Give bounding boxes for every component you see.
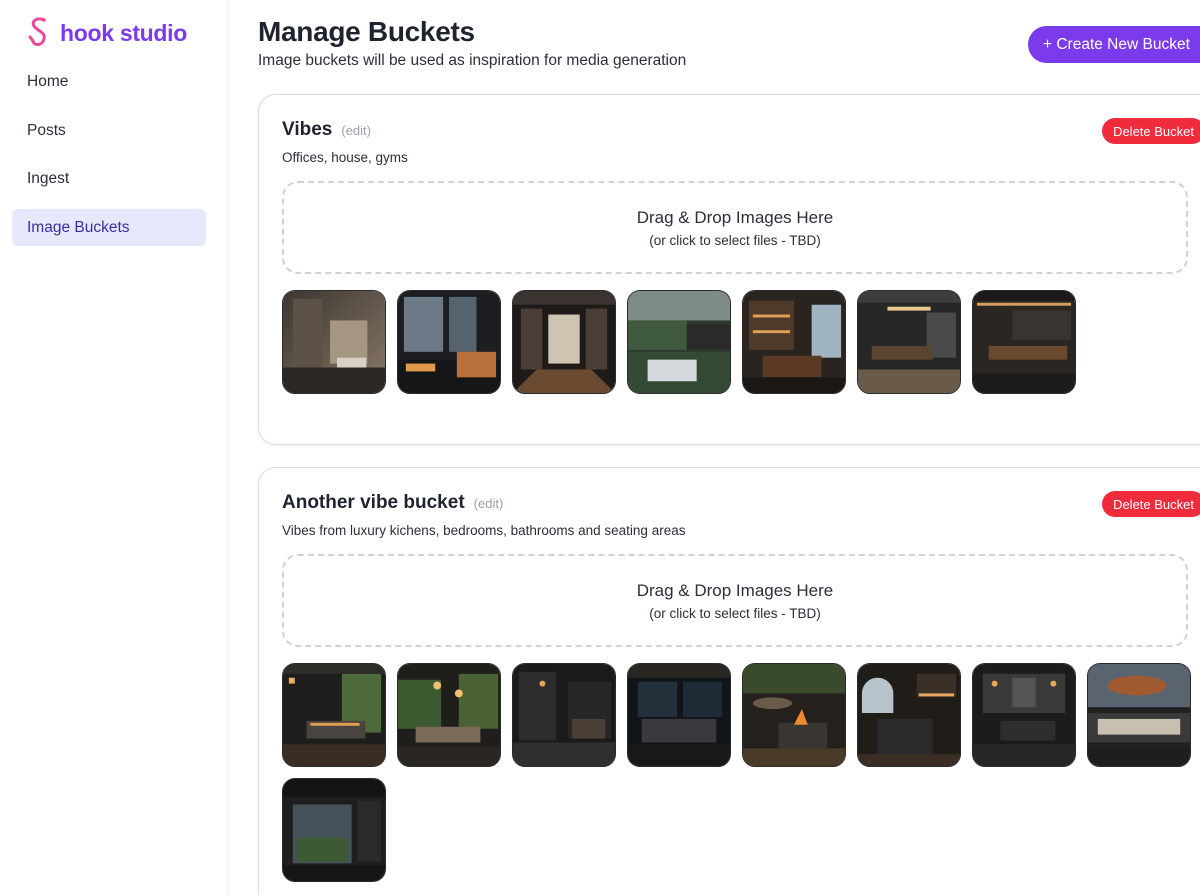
image-thumbnail[interactable] <box>282 290 386 394</box>
page-title: Manage Buckets <box>258 16 475 47</box>
image-thumbnail[interactable] <box>857 663 961 767</box>
delete-bucket-button[interactable]: Delete Bucket <box>1102 118 1200 144</box>
image-thumbnail[interactable] <box>627 663 731 767</box>
image-thumbnail[interactable] <box>512 290 616 394</box>
dropzone-title: Drag & Drop Images Here <box>636 208 834 227</box>
edit-bucket-link[interactable]: (edit) <box>341 123 371 138</box>
create-new-bucket-button[interactable]: + Create New Bucket <box>1028 26 1200 63</box>
bucket-card: Another vibe bucket (edit) Vibes from lu… <box>258 467 1200 895</box>
image-thumbnail[interactable] <box>972 663 1076 767</box>
image-thumbnail[interactable] <box>282 778 386 882</box>
image-thumbnail[interactable] <box>512 663 616 767</box>
image-thumbnail[interactable] <box>742 663 846 767</box>
dropzone-subtitle: (or click to select files - TBD) <box>649 606 821 621</box>
dropzone-subtitle: (or click to select files - TBD) <box>649 233 821 248</box>
image-dropzone[interactable]: Drag & Drop Images Here (or click to sel… <box>282 181 1188 274</box>
image-thumbnail[interactable] <box>742 290 846 394</box>
image-thumbnail[interactable] <box>1087 663 1191 767</box>
edit-bucket-link[interactable]: (edit) <box>474 496 504 511</box>
image-thumbnail[interactable] <box>397 663 501 767</box>
image-thumbnail[interactable] <box>627 290 731 394</box>
sidebar-item-home[interactable]: Home <box>12 63 206 100</box>
sidebar: hook studio Home Posts Ingest Image Buck… <box>0 0 228 895</box>
brand-logo[interactable]: hook studio <box>28 16 187 50</box>
main-content: Manage Buckets Image buckets will be use… <box>228 0 1200 895</box>
bucket-description: Vibes from luxury kichens, bedrooms, bat… <box>282 523 686 538</box>
hook-logo-icon <box>28 16 50 50</box>
bucket-header: Vibes (edit) <box>282 119 371 141</box>
dropzone-title: Drag & Drop Images Here <box>636 581 834 600</box>
image-thumbnail[interactable] <box>397 290 501 394</box>
app-root: hook studio Home Posts Ingest Image Buck… <box>0 0 1200 895</box>
image-thumbnail[interactable] <box>857 290 961 394</box>
bucket-header: Another vibe bucket (edit) <box>282 492 503 514</box>
image-dropzone[interactable]: Drag & Drop Images Here (or click to sel… <box>282 554 1188 647</box>
image-thumbnail[interactable] <box>972 290 1076 394</box>
bucket-description: Offices, house, gyms <box>282 150 408 165</box>
bucket-name: Another vibe bucket <box>282 492 465 513</box>
bucket-card: Vibes (edit) Offices, house, gyms Delete… <box>258 94 1200 445</box>
page-subtitle: Image buckets will be used as inspiratio… <box>258 52 687 69</box>
bucket-name: Vibes <box>282 119 333 140</box>
sidebar-item-posts[interactable]: Posts <box>12 112 206 149</box>
delete-bucket-button[interactable]: Delete Bucket <box>1102 491 1200 517</box>
image-thumbnail[interactable] <box>282 663 386 767</box>
sidebar-item-ingest[interactable]: Ingest <box>12 160 206 197</box>
sidebar-item-image-buckets[interactable]: Image Buckets <box>12 208 206 246</box>
brand-name: hook studio <box>60 19 188 46</box>
sidebar-nav: Home Posts Ingest Image Buckets <box>12 63 206 257</box>
